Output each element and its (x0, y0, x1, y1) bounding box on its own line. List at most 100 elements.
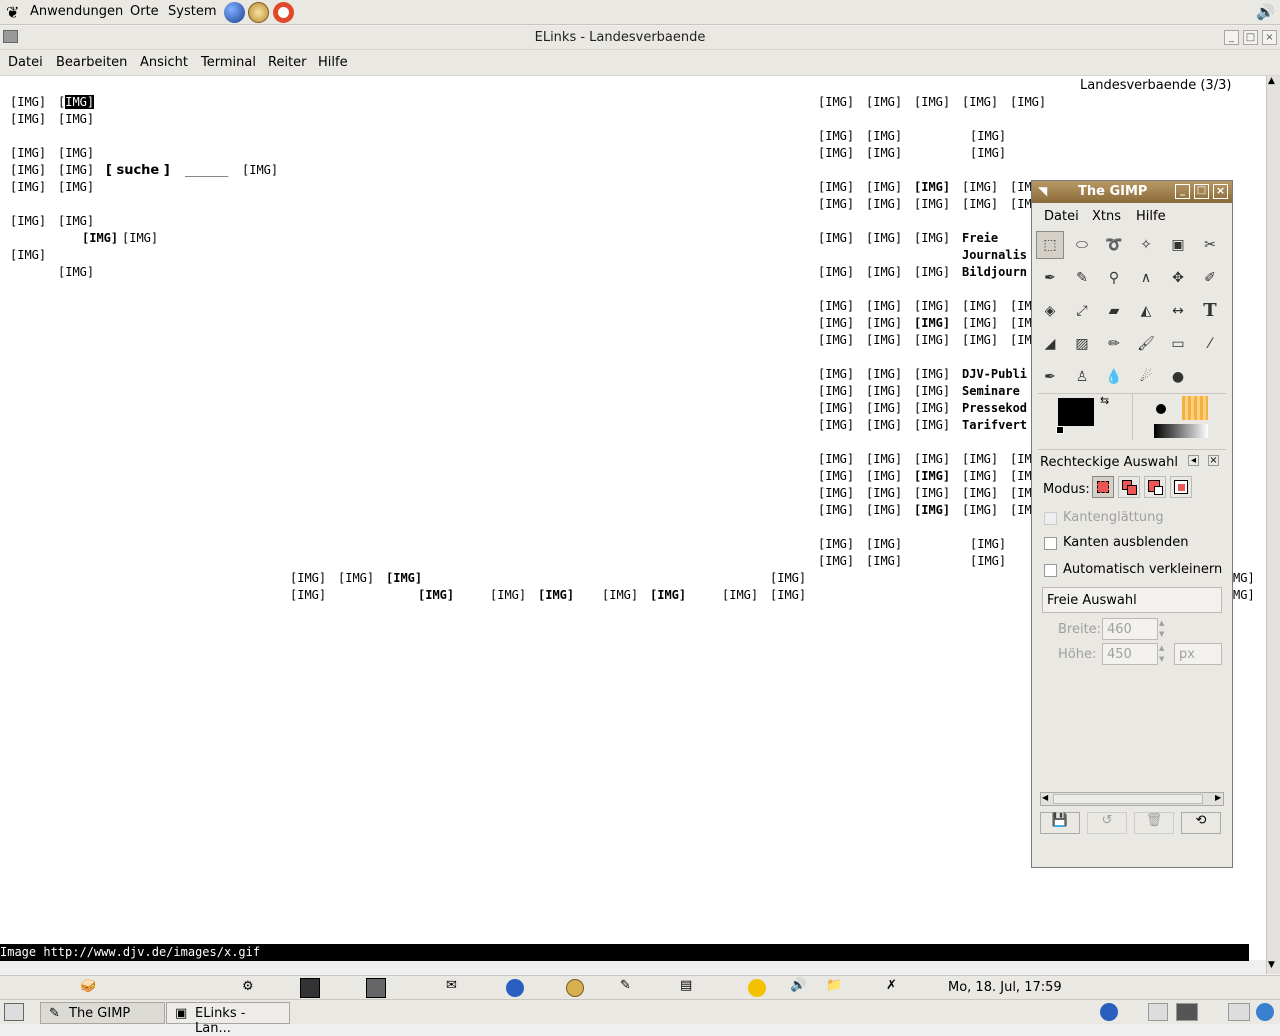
perspective-icon[interactable]: ◭ (1132, 297, 1160, 325)
img-link-partial[interactable]: [IM (1010, 298, 1032, 315)
img-link[interactable]: [IMG] (962, 298, 998, 315)
mail-launcher-icon[interactable]: ✉ (446, 978, 457, 993)
gimp-maximize-button[interactable]: □ (1194, 184, 1209, 199)
gimp-menu-datei[interactable]: Datei (1044, 209, 1079, 224)
img-link[interactable]: [IMG] (962, 315, 998, 332)
menu-anwendungen[interactable]: Anwendungen (30, 4, 123, 19)
volume-launcher-icon[interactable]: 🔊 (790, 978, 806, 993)
img-link[interactable]: [IMG] (818, 366, 854, 383)
img-link[interactable]: [IMG] (818, 553, 854, 570)
gimp-menu-hilfe[interactable]: Hilfe (1136, 209, 1166, 224)
menu-terminal[interactable]: Terminal (201, 55, 256, 70)
text-icon[interactable]: T (1196, 297, 1224, 325)
text-link[interactable]: DJV-Publi (962, 366, 1027, 383)
img-link[interactable]: [IMG] (866, 332, 902, 349)
clock[interactable]: Mo, 18. Jul, 17:59 (948, 980, 1062, 995)
img-link[interactable]: [IMG] (914, 485, 950, 502)
scroll-thumb[interactable] (1053, 794, 1203, 804)
img-link[interactable]: [IMG] (338, 570, 374, 587)
bucket-fill-icon[interactable]: ◢ (1036, 330, 1064, 358)
volume-icon[interactable]: 🔊 (1256, 3, 1275, 21)
swap-colors-icon[interactable]: ⇆ (1100, 394, 1109, 407)
smiley-launcher-icon[interactable] (748, 979, 766, 997)
img-link[interactable]: [IMG] (866, 315, 902, 332)
img-link[interactable]: [IMG] (818, 264, 854, 281)
img-link[interactable]: [IMG] (866, 383, 902, 400)
img-link[interactable]: [IMG] (866, 400, 902, 417)
img-link[interactable]: [IMG] (914, 400, 950, 417)
dock-close-icon[interactable]: × (1208, 455, 1219, 466)
img-link[interactable]: [IMG] (962, 196, 998, 213)
measure-icon[interactable]: ∧ (1132, 264, 1160, 292)
workspace-icon[interactable] (1228, 1003, 1250, 1021)
gimp-window-icon[interactable]: ◥ (1038, 184, 1047, 198)
compass-launcher-icon[interactable] (566, 979, 584, 997)
img-link[interactable]: [IMG] (914, 383, 950, 400)
img-link[interactable]: [IMG] (10, 162, 46, 179)
img-link[interactable]: [IMG] (962, 179, 998, 196)
img-link[interactable]: [IMG] (818, 400, 854, 417)
img-link-partial[interactable]: [IM (1010, 485, 1032, 502)
browser-icon[interactable] (224, 2, 245, 23)
img-link[interactable]: [IMG] (818, 145, 854, 162)
img-link[interactable]: [IMG] (818, 230, 854, 247)
img-link[interactable]: [IMG] (818, 298, 854, 315)
img-link[interactable]: [IMG] (650, 587, 686, 604)
search-button[interactable]: [ suche ] (106, 162, 170, 179)
img-link[interactable]: [IMG] (538, 587, 574, 604)
eraser-icon[interactable]: ▭ (1164, 330, 1192, 358)
img-link[interactable]: [IMG] (1010, 94, 1046, 111)
help-lifebuoy-icon[interactable] (273, 2, 294, 23)
img-link[interactable]: [IMG] (914, 179, 950, 196)
menu-reiter[interactable]: Reiter (268, 55, 307, 70)
menu-orte[interactable]: Orte (130, 4, 159, 19)
img-link[interactable]: [IMG] (866, 230, 902, 247)
img-link[interactable]: [IMG] (770, 587, 806, 604)
menu-system[interactable]: System (168, 4, 216, 19)
img-link[interactable]: [IMG] (914, 468, 950, 485)
img-link[interactable]: [IMG] (914, 298, 950, 315)
default-colors-icon[interactable] (1056, 426, 1064, 434)
img-link[interactable]: [IMG] (418, 587, 454, 604)
mode-intersect-button[interactable] (1170, 476, 1192, 498)
mode-add-button[interactable] (1118, 476, 1140, 498)
ellipse-select-icon[interactable]: ⬭ (1068, 231, 1096, 259)
img-link[interactable]: [IMG] (866, 536, 902, 553)
scroll-right-icon[interactable]: ▶ (1215, 793, 1221, 802)
img-link[interactable]: [IMG] (10, 111, 46, 128)
task-gimp[interactable]: ✎ The GIMP (40, 1002, 165, 1024)
brush-preview-icon[interactable] (1156, 404, 1166, 414)
img-link[interactable]: [IMG] (970, 145, 1006, 162)
paths-icon[interactable]: ✒ (1036, 264, 1064, 292)
pattern-preview-icon[interactable] (1182, 396, 1208, 420)
img-link[interactable]: [IMG] (58, 145, 94, 162)
img-link[interactable]: [IMG] (970, 553, 1006, 570)
img-link[interactable]: [IMG] (82, 230, 118, 247)
text-link[interactable]: Tarifvert (962, 417, 1027, 434)
launcher-icon[interactable]: 🥪 (80, 979, 96, 994)
img-link-partial[interactable]: [IM (1010, 468, 1032, 485)
img-link[interactable]: [IMG] (58, 162, 94, 179)
img-link[interactable]: [IMG] (490, 587, 526, 604)
img-link[interactable]: [IMG] (866, 94, 902, 111)
launcher-icon[interactable]: ▤ (680, 978, 692, 993)
fuzzy-select-icon[interactable]: ✧ (1132, 231, 1160, 259)
menu-hilfe[interactable]: Hilfe (318, 55, 348, 70)
img-link-partial[interactable]: [IM (1010, 315, 1032, 332)
img-link[interactable]: [IMG] (122, 230, 158, 247)
img-link-partial[interactable]: [IM (1010, 451, 1032, 468)
vertical-scrollbar[interactable]: ▲ ▼ (1266, 76, 1280, 974)
img-link[interactable]: [IMG] (914, 315, 950, 332)
img-link[interactable]: [IMG] (242, 162, 278, 179)
compass-icon[interactable] (248, 2, 269, 23)
img-link[interactable]: [IMG] (970, 536, 1006, 553)
launcher-icon[interactable]: ✗ (886, 978, 897, 993)
scissors-icon[interactable]: ✂ (1196, 231, 1224, 259)
scroll-up-icon[interactable]: ▲ (1268, 76, 1275, 86)
img-link[interactable]: [IMG] (818, 196, 854, 213)
workspace-icon[interactable] (1148, 1003, 1168, 1021)
airbrush-icon[interactable]: ⁄ (1196, 330, 1224, 358)
workspace-icon[interactable] (1176, 1003, 1198, 1021)
folder-launcher-icon[interactable]: 📁 (826, 978, 842, 993)
img-link[interactable]: [IMG] (290, 587, 326, 604)
